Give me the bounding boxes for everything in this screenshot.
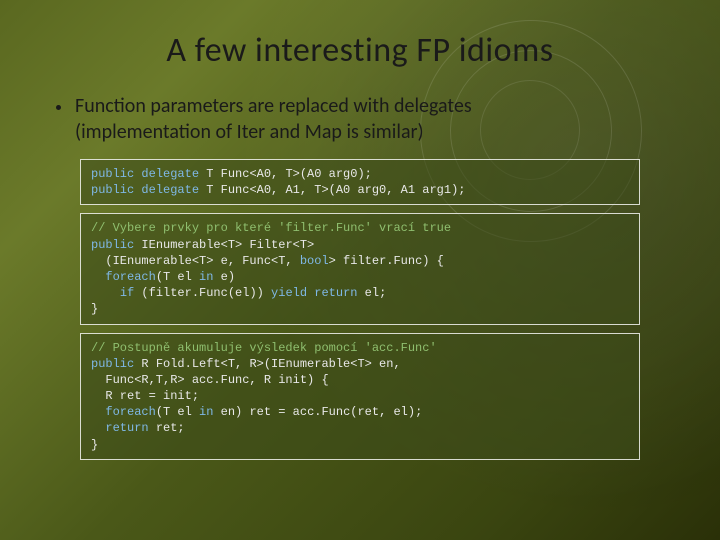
keyword: foreach	[105, 405, 155, 419]
slide: A few interesting FP idioms Function par…	[0, 0, 720, 540]
bullet-item: Function parameters are replaced with de…	[50, 93, 670, 145]
bullet-line-1: Function parameters are replaced with de…	[75, 94, 472, 118]
bullet-text: Function parameters are replaced with de…	[75, 93, 472, 145]
keyword: bool	[300, 254, 329, 268]
keyword: foreach	[105, 270, 155, 284]
keyword: yield	[271, 286, 307, 300]
keyword: public	[91, 183, 134, 197]
bullet-line-2: (implementation of Iter and Map is simil…	[75, 120, 424, 144]
slide-title: A few interesting FP idioms	[50, 30, 670, 71]
code-block-fold: // Postupně akumuluje výsledek pomocí 'a…	[80, 333, 640, 460]
keyword: if	[120, 286, 134, 300]
code-block-delegates: public delegate T Func<A0, T>(A0 arg0); …	[80, 159, 640, 205]
keyword: delegate	[141, 183, 199, 197]
keyword: in	[199, 270, 213, 284]
keyword: in	[199, 405, 213, 419]
comment: // Vybere prvky pro které 'filter.Func' …	[91, 221, 451, 235]
keyword: delegate	[141, 167, 199, 181]
bullet-dot-icon	[56, 105, 61, 110]
keyword: public	[91, 167, 134, 181]
keyword: return	[314, 286, 357, 300]
comment: // Postupně akumuluje výsledek pomocí 'a…	[91, 341, 437, 355]
keyword: public	[91, 357, 134, 371]
keyword: public	[91, 238, 134, 252]
keyword: return	[105, 421, 148, 435]
code-block-filter: // Vybere prvky pro které 'filter.Func' …	[80, 213, 640, 324]
